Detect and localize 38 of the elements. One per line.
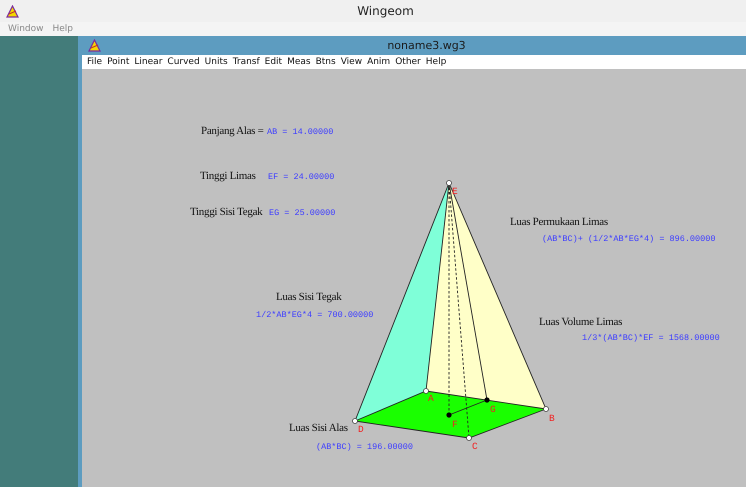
measurement-value: EG = 25.00000 <box>269 208 336 218</box>
measurement-value: AB = 14.00000 <box>267 127 334 137</box>
point-label: D <box>358 424 364 435</box>
document-title: noname3.wg3 <box>386 39 467 52</box>
measurement-value: (AB*BC) = 196.00000 <box>316 442 413 452</box>
menu-item[interactable]: Units <box>204 57 228 67</box>
point-label: E <box>452 186 458 197</box>
measurement-label: Luas Permukaan Limas <box>510 216 608 228</box>
menu-item[interactable]: Help <box>426 57 446 67</box>
measurement-label: Luas Sisi Alas <box>289 422 348 434</box>
menu-item[interactable]: File <box>87 57 102 67</box>
point-label: C <box>472 441 478 452</box>
measurement-label: Tinggi Sisi Tegak <box>190 206 262 218</box>
point-label: G <box>490 404 496 415</box>
measurement-value: EF = 24.00000 <box>268 172 334 182</box>
measurement-value: (AB*BC)+ (1/2*AB*EG*4) = 896.00000 <box>542 234 716 244</box>
measurement-label: Luas Sisi Tegak <box>276 291 342 303</box>
measurement-value: 1/2*AB*EG*4 = 700.00000 <box>256 310 374 320</box>
menu-item[interactable]: Edit <box>264 57 282 67</box>
menu-item[interactable]: Point <box>107 57 130 67</box>
measurement-label: Tinggi Limas <box>200 170 256 182</box>
menu-item[interactable]: Btns <box>316 57 336 67</box>
measurement-label: Panjang Alas = <box>201 125 264 137</box>
point-label: B <box>549 413 555 424</box>
menu-item[interactable]: Anim <box>367 57 390 67</box>
point-label: F <box>452 419 458 430</box>
menu-item[interactable]: Other <box>395 57 421 67</box>
menu-item[interactable]: Curved <box>167 57 200 67</box>
measurement-value: 1/3*(AB*BC)*EF = 1568.00000 <box>582 333 720 343</box>
menu-item[interactable]: Linear <box>134 57 162 67</box>
app-icon <box>88 39 101 52</box>
menu-item[interactable]: Transf <box>232 57 260 67</box>
measurement-label: Luas Volume Limas <box>539 316 622 328</box>
app-icon <box>6 4 19 18</box>
menu-item[interactable]: Meas <box>287 57 311 67</box>
point-label: A <box>428 393 434 404</box>
window-title: Wingeom <box>356 4 415 18</box>
menu-item[interactable]: View <box>340 57 362 67</box>
